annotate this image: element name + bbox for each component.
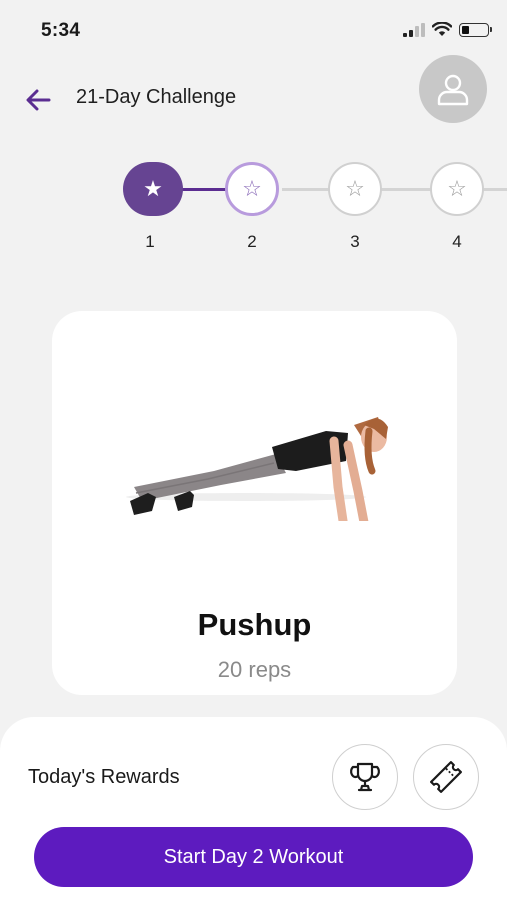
status-icons: [403, 22, 492, 37]
day-step-number: 3: [350, 232, 360, 251]
ticket-icon: [430, 761, 462, 793]
star-outline-icon: ☆: [345, 176, 365, 201]
battery-level: [462, 25, 469, 34]
exercise-reps: 20 reps: [217, 657, 292, 682]
wifi-icon: [432, 22, 452, 36]
status-time: 5:34: [41, 20, 81, 41]
user-icon: [437, 74, 469, 106]
day-step-2[interactable]: ☆: [225, 162, 279, 216]
step-connector: [282, 188, 332, 191]
signal-icon: [403, 22, 425, 37]
step-connector-completed: [180, 188, 230, 191]
rewards-label: Today's Rewards: [28, 766, 180, 788]
step-connector: [482, 188, 507, 191]
star-filled-icon: ★: [143, 176, 163, 201]
day-step-1[interactable]: ★: [123, 162, 183, 216]
ticket-reward-button[interactable]: [413, 744, 479, 810]
exercise-card[interactable]: Pushup 20 reps: [52, 311, 457, 695]
battery-icon: [459, 22, 492, 37]
arrow-left-icon: [26, 89, 51, 111]
bottom-sheet: Today's Rewards Start Day 2 Workout: [0, 717, 507, 917]
day-stepper: ★ ☆ ☆ ☆ 1 2 3 4: [0, 150, 507, 260]
step-connector: [380, 188, 432, 191]
trophy-reward-button[interactable]: [332, 744, 398, 810]
day-step-number: 1: [145, 232, 155, 251]
day-step-4[interactable]: ☆: [430, 162, 484, 216]
back-button[interactable]: [22, 84, 54, 116]
day-step-number: 4: [452, 232, 462, 251]
pushup-illustration: [126, 417, 388, 521]
day-step-3[interactable]: ☆: [328, 162, 382, 216]
star-outline-icon: ☆: [242, 176, 262, 201]
page-title: 21-Day Challenge: [76, 86, 237, 108]
trophy-icon: [350, 762, 380, 792]
exercise-name: Pushup: [197, 607, 312, 642]
start-workout-button[interactable]: Start Day 2 Workout: [34, 827, 473, 887]
day-step-number: 2: [247, 232, 257, 251]
profile-avatar-button[interactable]: [419, 55, 487, 123]
star-outline-icon: ☆: [447, 176, 467, 201]
